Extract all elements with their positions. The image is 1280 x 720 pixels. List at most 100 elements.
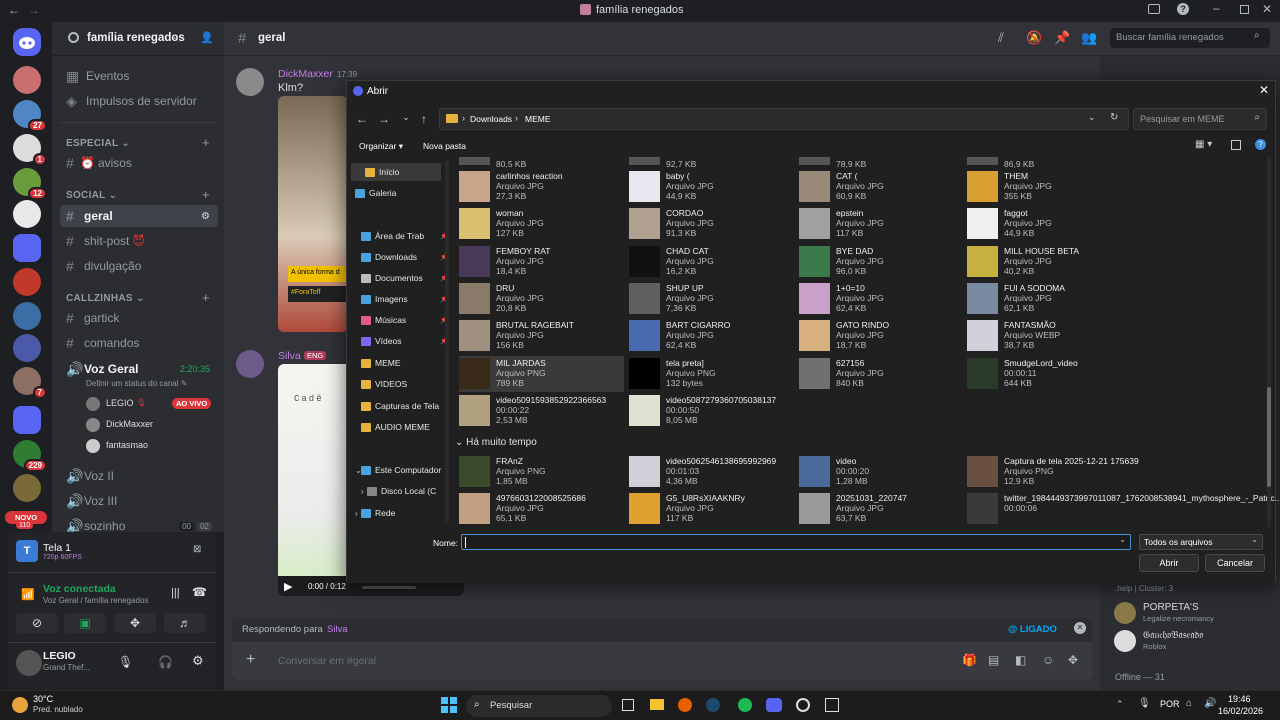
close-window-icon[interactable]: ✕	[1262, 2, 1272, 16]
server-avatar[interactable]: 27	[13, 100, 47, 132]
organize-menu[interactable]: Organizar ▾	[359, 141, 403, 152]
camera-off-button[interactable]: ⊘	[16, 613, 58, 633]
file-item[interactable]: carlinhos reaction Arquivo JPG 27,3 KB	[459, 169, 624, 205]
nav-item-videos[interactable]: VIDEOS	[361, 375, 451, 393]
forward-arrow-icon[interactable]: →	[28, 3, 40, 17]
app-icon[interactable]	[796, 698, 810, 712]
activities-button[interactable]: ✥	[114, 613, 156, 633]
file-item[interactable]: CAT (Arquivo JPG 60,9 KB	[799, 169, 964, 205]
server-avatar[interactable]: 229	[13, 440, 47, 472]
file-explorer-icon[interactable]	[650, 699, 664, 710]
open-button[interactable]: Abrir	[1139, 554, 1199, 572]
member-item[interactable]: 𝔊𝔞𝔲𝔠𝔥𝔬𝔅𝔞𝔰𝔢𝔞𝔡𝔬 Roblox	[1114, 628, 1280, 654]
mute-notifications-icon[interactable]: 🔕	[1026, 30, 1042, 46]
file-item[interactable]: 627156 Arquivo JPG 840 KB	[799, 356, 964, 392]
file-thumbnail[interactable]	[459, 157, 490, 165]
category-especial[interactable]: ESPECIAL ⌄	[66, 138, 130, 149]
voice-status-prompt[interactable]: Definir um status do canal ✎	[86, 379, 187, 388]
cancel-reply-icon[interactable]: ✕	[1074, 622, 1086, 634]
steam-icon[interactable]	[706, 698, 720, 712]
search-input[interactable]: Buscar família renegados ⌕	[1110, 28, 1270, 48]
clock-date[interactable]: 16/02/2026	[1218, 706, 1263, 716]
chevron-down-icon[interactable]: ⌄	[1088, 112, 1096, 123]
tray-chevron-icon[interactable]: ⌃	[1116, 699, 1124, 710]
file-item[interactable]: tela preta] Arquivo PNG 132 bytes	[629, 356, 794, 392]
channel-divulgacao[interactable]: # divulgação	[60, 255, 218, 277]
group-header[interactable]: ⌄ Há muito tempo	[455, 437, 537, 448]
server-avatar[interactable]	[13, 302, 41, 330]
file-item[interactable]: SHUP UP Arquivo JPG 7,36 KB	[629, 281, 794, 317]
app-icon[interactable]	[825, 698, 839, 712]
help-icon[interactable]: ?	[1177, 3, 1189, 15]
file-item[interactable]: twitter_1984449373997011087_176200853894…	[967, 491, 1280, 527]
server-header[interactable]: família renegados ⌄ 👤	[52, 22, 224, 56]
emoji-icon[interactable]: ☺	[1042, 653, 1054, 667]
composer-input[interactable]: Conversar em #geral	[278, 655, 376, 667]
play-icon[interactable]: ▶	[284, 580, 292, 593]
settings-gear-icon[interactable]: ⚙	[201, 211, 210, 222]
volume-icon[interactable]: 🔊	[1204, 698, 1216, 709]
taskbar-search[interactable]: ⌕ Pesquisar	[466, 695, 612, 717]
file-item[interactable]: DRU Arquivo JPG 20,8 KB	[459, 281, 624, 317]
maximize-icon[interactable]	[1240, 5, 1249, 14]
category-social[interactable]: SOCIAL ⌄	[66, 190, 117, 201]
nav-item-galeria[interactable]: Galeria	[355, 184, 445, 202]
file-item[interactable]: baby (Arquivo JPG 44,9 KB	[629, 169, 794, 205]
file-item[interactable]: BRUTAL RAGEBAIT Arquivo JPG 156 KB	[459, 318, 624, 354]
headphones-icon[interactable]: 🎧	[158, 655, 173, 669]
nav-item-imagens[interactable]: Imagens📌	[361, 290, 451, 308]
add-channel-icon[interactable]: +	[202, 290, 210, 305]
task-view-icon[interactable]	[622, 699, 634, 711]
nav-scrollbar[interactable]	[445, 161, 449, 523]
file-item[interactable]: FUI A SODOMA Arquivo JPG 62,1 KB	[967, 281, 1132, 317]
file-item[interactable]: FANTASMÃO Arquivo WEBP 38,7 KB	[967, 318, 1132, 354]
start-icon[interactable]	[441, 697, 457, 713]
message-author[interactable]: Silva	[278, 350, 301, 362]
channel-comandos[interactable]: # comandos	[60, 332, 218, 354]
breadcrumb-meme[interactable]: MEME	[525, 114, 551, 124]
help-icon[interactable]: ?	[1255, 139, 1266, 150]
file-item[interactable]: CHAD CAT Arquivo JPG 16,2 KB	[629, 244, 794, 280]
file-item[interactable]: 4976603122008525686 Arquivo JPG 65,1 KB	[459, 491, 624, 527]
nav-item--rea-de-trab[interactable]: Área de Trab📌	[361, 227, 451, 245]
nav-item-capturas-de-tela[interactable]: Capturas de Tela	[361, 397, 451, 415]
gif-icon[interactable]: ▤	[988, 653, 999, 667]
pin-icon[interactable]: 📌	[1054, 30, 1070, 46]
avatar[interactable]	[236, 350, 264, 378]
weather-icon[interactable]	[12, 697, 28, 713]
file-thumbnail[interactable]	[799, 157, 830, 165]
firefox-icon[interactable]	[678, 698, 692, 712]
file-item[interactable]: 20251031_220747 Arquivo JPG 63,7 KB	[799, 491, 964, 527]
gift-icon[interactable]: 🎁	[962, 653, 977, 667]
file-item[interactable]: THEM Arquivo JPG 355 KB	[967, 169, 1132, 205]
file-item[interactable]: GATO RINDO Arquivo JPG 18,7 KB	[799, 318, 964, 354]
file-name-input[interactable]: ⌄	[461, 534, 1131, 550]
folder-search-input[interactable]: Pesquisar em MEME ⌕	[1133, 108, 1267, 130]
back-arrow-icon[interactable]: ←	[8, 3, 20, 17]
sticker-icon[interactable]: ◧	[1015, 653, 1026, 667]
inbox-icon[interactable]	[1148, 4, 1160, 14]
file-item[interactable]: FEMBOY RAT Arquivo JPG 18,4 KB	[459, 244, 624, 280]
files-scrollbar[interactable]	[1267, 157, 1271, 527]
member-item[interactable]: PORPETA'S Legalize necromancy	[1114, 600, 1280, 626]
server-avatar[interactable]	[13, 474, 41, 502]
file-item[interactable]: video 00:00:20 1,28 MB	[799, 454, 964, 490]
nav-item-meme[interactable]: MEME	[361, 354, 451, 372]
expand-chevron-icon[interactable]: ›	[355, 509, 358, 518]
server-avatar[interactable]	[13, 268, 41, 296]
category-callzinhas[interactable]: CALLZINHAS ⌄	[66, 293, 145, 304]
server-folder[interactable]	[13, 406, 41, 434]
nav-item-m-sicas[interactable]: Músicas📌	[361, 311, 451, 329]
server-avatar[interactable]	[13, 334, 41, 362]
add-channel-icon[interactable]: +	[202, 187, 210, 202]
message-author[interactable]: DickMaxxer	[278, 68, 333, 80]
file-item[interactable]: SmudgeLord_video 00:00:11 644 KB	[967, 356, 1132, 392]
file-item[interactable]: video5091593852922366563 00:00:22 2,53 MB	[459, 393, 624, 429]
apps-icon[interactable]: ✥	[1068, 653, 1078, 667]
file-thumbnail[interactable]	[629, 157, 660, 165]
file-item[interactable]: video5062546138695992969 00:01:03 4,36 MB	[629, 454, 794, 490]
expand-chevron-icon[interactable]: ›	[361, 487, 364, 496]
file-item[interactable]: G5_U8RsXIAAKNRy Arquivo JPG 117 KB	[629, 491, 794, 527]
channel-geral[interactable]: # geral ⚙	[60, 205, 218, 227]
file-type-select[interactable]: Todos os arquivos ⌄	[1139, 534, 1263, 550]
